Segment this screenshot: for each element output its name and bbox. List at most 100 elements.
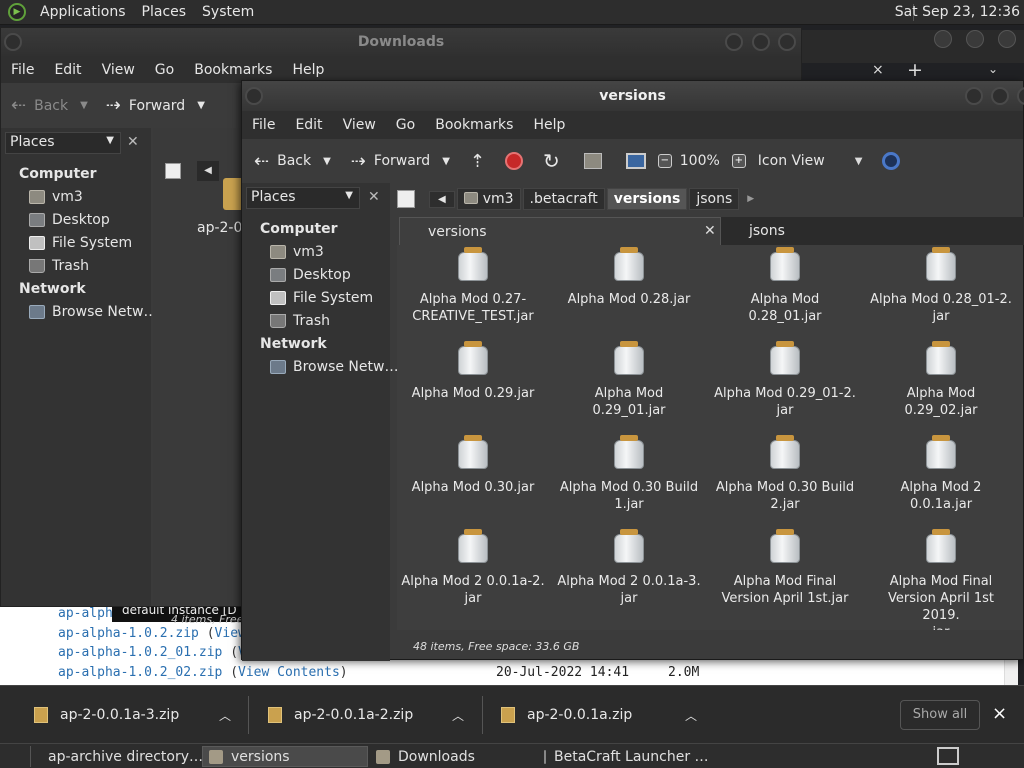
tab-jsons[interactable]: jsons [721,217,1024,245]
reload-icon[interactable]: ↻ [543,149,560,173]
chevron-up-icon[interactable]: ︿ [685,707,697,724]
panel-menu-system[interactable]: System [194,4,262,20]
sidebar-item-filesystem[interactable]: File System [270,290,373,306]
panel-menu-applications[interactable]: Applications [32,4,134,20]
show-desktop-icon[interactable] [937,747,959,765]
browser-minimize-icon[interactable] [934,30,952,48]
file-item[interactable]: Alpha Mod 2 0.0.1a-3. jar [557,529,701,607]
computer-icon[interactable] [625,153,646,169]
task-betacraft[interactable]: BetaCraft Launcher … [538,746,709,767]
distro-logo-icon[interactable]: ▶ [8,3,26,21]
file-item[interactable]: Alpha Mod 0.30 Build 1.jar [557,435,701,513]
chevron-up-icon[interactable]: ︿ [219,707,231,724]
close-shelf-icon[interactable]: × [992,703,1007,724]
browser-new-tab-icon[interactable]: + [907,59,923,81]
panel-clock[interactable]: Sat Sep 23, 12:36 [895,4,1020,20]
file-item[interactable]: Alpha Mod 0.30 Build 2.jar [713,435,857,513]
sidebar-close-icon[interactable]: ✕ [368,189,380,205]
browser-close-icon[interactable] [998,30,1016,48]
menu-edit[interactable]: Edit [44,62,91,78]
sidebar-item-trash[interactable]: Trash [270,313,330,329]
tab-versions[interactable]: versions [399,217,721,245]
browser-tab-close-icon[interactable]: × [872,62,884,78]
back-button[interactable]: ⇠ Back ▼ [254,151,331,172]
download-item[interactable]: ap-2-0.0.1a-3.zip [34,686,179,744]
up-icon[interactable]: ⇡ [470,151,485,172]
sidebar-item-trash[interactable]: Trash [29,258,89,274]
listing-row[interactable]: ap-alpha-1.0.2_02.zip (View Contents) [58,665,348,680]
home-icon[interactable] [583,153,602,169]
zoom-out-icon[interactable]: − [657,154,672,168]
sidebar-item-vm3[interactable]: vm3 [29,189,83,205]
menu-go[interactable]: Go [386,117,425,133]
file-item[interactable]: Alpha Mod 0.29_01-2. jar [713,341,857,419]
minimize-icon[interactable] [965,87,983,105]
menu-file[interactable]: File [1,62,44,78]
file-item[interactable]: Alpha Mod 0.29_01.jar [557,341,701,419]
panel-menu-places[interactable]: Places [134,4,195,20]
file-item[interactable]: Alpha Mod Final Version April 1st.jar [713,529,857,607]
sidebar-item-vm3[interactable]: vm3 [270,244,324,260]
menu-view[interactable]: View [333,117,386,133]
zoom-in-icon[interactable]: + [731,154,746,168]
path-right-arrow-icon[interactable]: ▶ [741,194,760,204]
downloads-titlebar[interactable]: Downloads [1,28,801,56]
file-item[interactable]: Alpha Mod Final Version April 1st 2019. … [869,529,1013,630]
view-mode-select[interactable]: Icon View [758,153,825,169]
file-label[interactable]: ap-2-0. [197,220,247,236]
listing-file-link[interactable]: ap-alpha-1.0.2_01.zip [58,645,222,660]
chevron-down-icon[interactable]: ▼ [197,100,205,111]
maximize-icon[interactable] [752,33,770,51]
chevron-down-icon[interactable]: ▼ [80,100,88,111]
minimize-icon[interactable] [725,33,743,51]
close-icon[interactable] [778,33,796,51]
edit-location-icon[interactable] [165,163,181,179]
breadcrumb-betacraft[interactable]: .betacraft [522,188,605,210]
listing-row[interactable]: ap-alpha-1.0.2_01.zip (V [58,645,246,660]
menu-file[interactable]: File [242,117,285,133]
sidebar-item-desktop[interactable]: Desktop [29,212,110,228]
chevron-down-icon[interactable]: ▼ [855,156,863,167]
file-item[interactable]: Alpha Mod 0.30.jar [401,435,545,496]
browser-tab-menu-icon[interactable]: ⌄ [988,62,998,76]
sidebar-close-icon[interactable]: ✕ [127,134,139,150]
listing-file-link[interactable]: ap-alpha-1.0.2_02.zip [58,665,222,680]
listing-view-link[interactable]: View Contents [238,665,340,680]
menu-edit[interactable]: Edit [285,117,332,133]
breadcrumb-vm3[interactable]: vm3 [456,188,521,210]
menu-bookmarks[interactable]: Bookmarks [184,62,282,78]
menu-go[interactable]: Go [145,62,184,78]
menu-bookmarks[interactable]: Bookmarks [425,117,523,133]
chevron-down-icon[interactable]: ▼ [323,156,331,167]
menu-help[interactable]: Help [282,62,334,78]
search-icon[interactable] [882,152,901,170]
sidebar-item-browse-network[interactable]: Browse Netw… [29,304,157,320]
file-item[interactable]: Alpha Mod 0.28_01-2. jar [869,247,1013,325]
versions-titlebar[interactable]: versions [242,81,1024,111]
close-icon[interactable] [1017,87,1024,105]
sidebar-item-browse-network[interactable]: Browse Netw… [270,359,398,375]
stop-icon[interactable] [505,152,523,170]
task-browser[interactable]: ap-archive directory… [34,746,203,767]
listing-file-link[interactable]: ap-alpha-1.0.2.zip [58,626,199,641]
sidebar-item-desktop[interactable]: Desktop [270,267,351,283]
file-item[interactable]: Alpha Mod 0.28_01.jar [713,247,857,325]
task-downloads[interactable]: Downloads [370,746,536,767]
edit-location-icon[interactable] [397,190,415,208]
download-item[interactable]: ap-2-0.0.1a.zip [501,686,632,744]
back-button[interactable]: ⇠ Back ▼ [11,95,88,116]
sidebar-item-filesystem[interactable]: File System [29,235,132,251]
browser-maximize-icon[interactable] [966,30,984,48]
download-item[interactable]: ap-2-0.0.1a-2.zip [268,686,413,744]
forward-button[interactable]: ⇢ Forward ▼ [106,95,205,116]
tab-close-icon[interactable]: ✕ [704,223,716,239]
places-selector[interactable]: Places ▼ [5,132,121,154]
chevron-down-icon[interactable]: ▼ [442,156,450,167]
breadcrumb-jsons[interactable]: jsons [689,188,740,210]
file-item[interactable]: Alpha Mod 2 0.0.1a.jar [869,435,1013,513]
menu-help[interactable]: Help [523,117,575,133]
file-item[interactable]: Alpha Mod 0.27- CREATIVE_TEST.jar [401,247,545,325]
places-selector[interactable]: Places ▼ [246,187,360,209]
task-versions[interactable]: versions [202,746,368,767]
file-item[interactable]: Alpha Mod 0.29.jar [401,341,545,402]
